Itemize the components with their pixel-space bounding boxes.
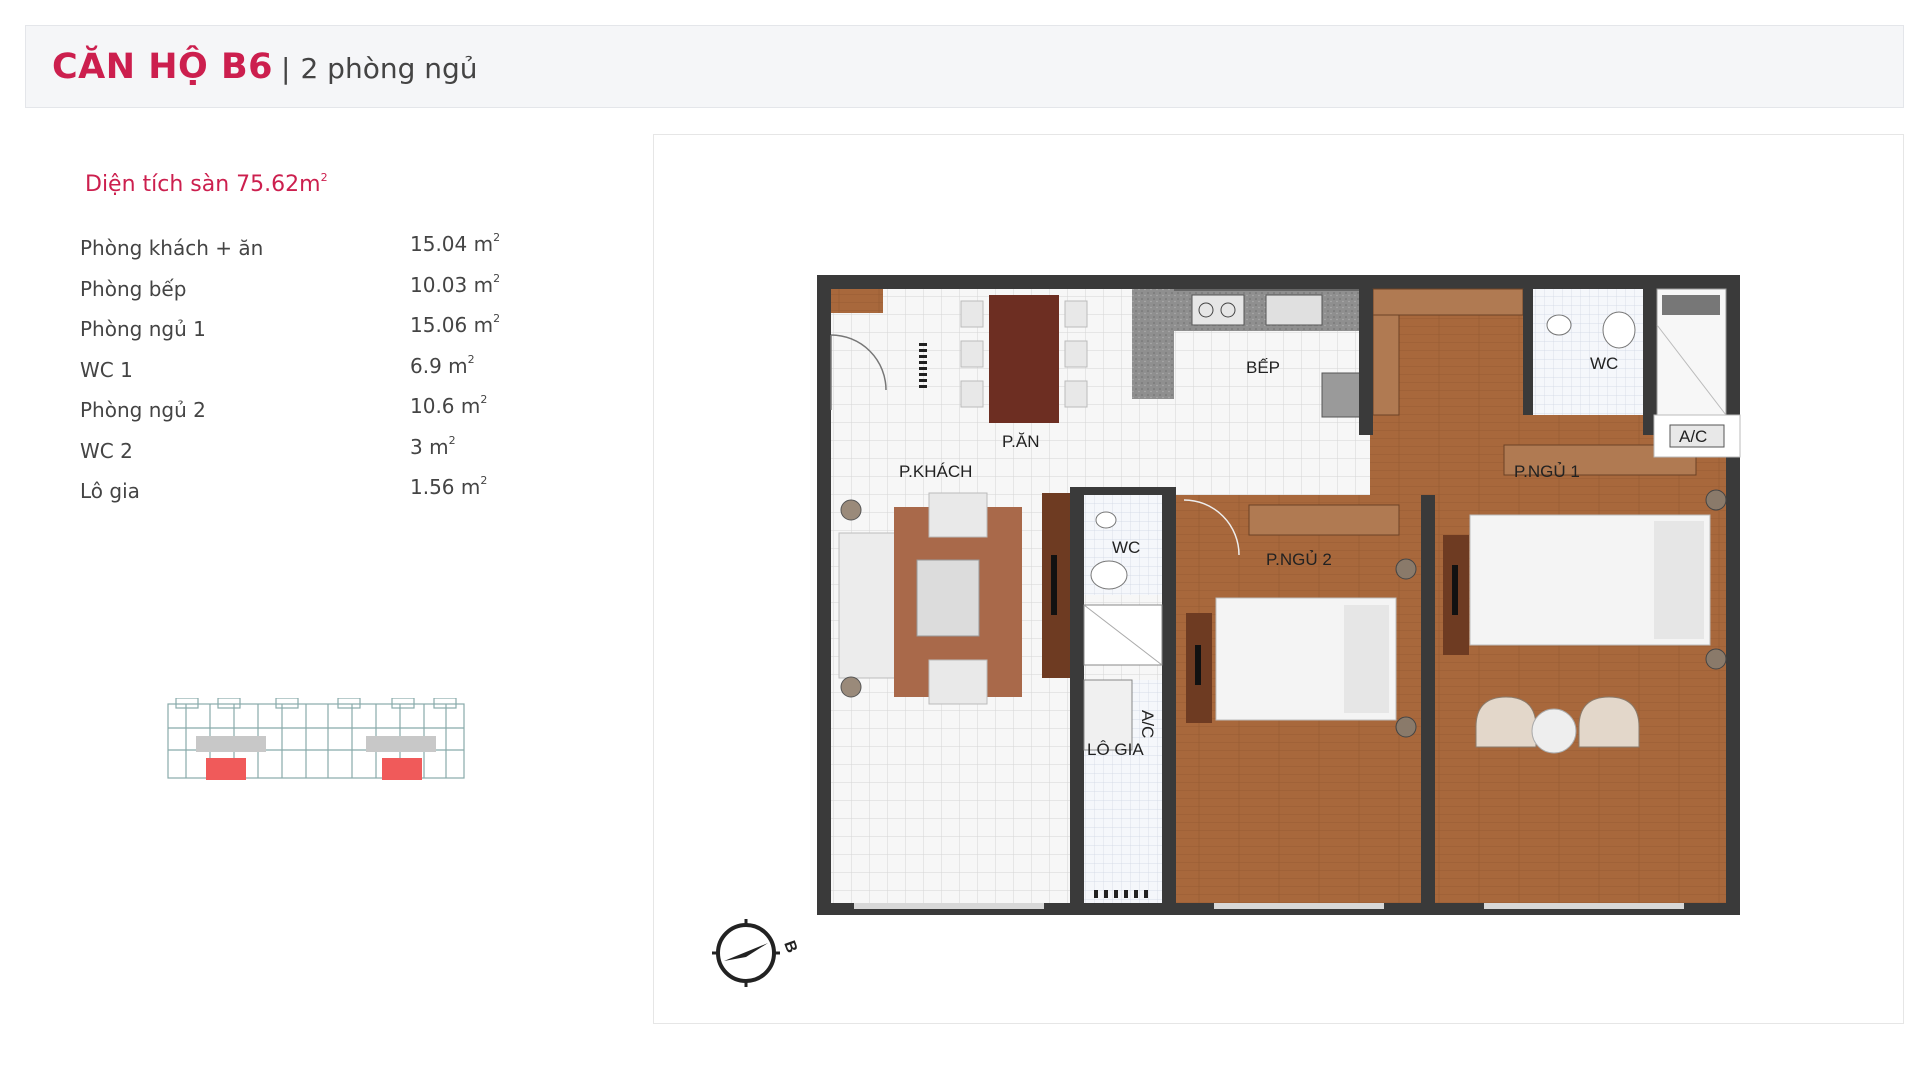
- room-area: 6.9 m2: [410, 352, 475, 378]
- compass-icon: B: [712, 919, 800, 987]
- header-bar: CĂN HỘ B6 | 2 phòng ngủ: [25, 25, 1904, 108]
- label-bedroom2: P.NGỦ 2: [1266, 550, 1332, 569]
- bedroom1-floor: [1435, 435, 1726, 903]
- spec-row: Lô gia 1.56 m2: [80, 471, 540, 512]
- wc-top-floor: [1533, 289, 1643, 415]
- compass-letter: B: [780, 939, 800, 956]
- sofa: [838, 532, 896, 679]
- spec-row: WC 1 6.9 m2: [80, 350, 540, 391]
- room-spec-list: Phòng khách + ăn 15.04 m2 Phòng bếp 10.0…: [80, 228, 540, 512]
- spec-row: Phòng khách + ăn 15.04 m2: [80, 228, 540, 269]
- room-area: 10.6 m2: [410, 393, 488, 418]
- room-name: WC 2: [80, 438, 133, 463]
- room-name: WC 1: [80, 357, 133, 382]
- label-loggia: LÔ GIA: [1087, 740, 1144, 759]
- label-dining: P.ĂN: [1002, 432, 1040, 451]
- room-name: Phòng bếp: [80, 276, 187, 301]
- label-ac-side: A/C: [1138, 710, 1157, 738]
- floor-area-label: Diện tích sàn 75.62m: [85, 172, 321, 197]
- room-area: 1.56 m2: [410, 474, 488, 499]
- label-wc-center: WC: [1112, 538, 1140, 557]
- room-area: 3 m2: [410, 433, 456, 459]
- room-name: Phòng ngủ 2: [80, 398, 206, 422]
- floor-plan-panel: BẾP P.ĂN P.KHÁCH WC WC P.NGỦ 1 P.NGỦ 2 L…: [653, 134, 1904, 1024]
- room-name: Phòng ngủ 1: [80, 317, 206, 341]
- label-living: P.KHÁCH: [899, 462, 972, 481]
- spec-row: Phòng bếp 10.03 m2: [80, 269, 540, 310]
- spec-row: Phòng ngủ 2 10.6 m2: [80, 390, 540, 431]
- dining-table: [989, 295, 1059, 423]
- room-area: 15.04 m2: [410, 231, 501, 256]
- label-ac-top: A/C: [1679, 427, 1707, 446]
- key-plan-highlight-b: [382, 758, 422, 780]
- room-area: 15.06 m2: [410, 312, 501, 337]
- room-name: Lô gia: [80, 479, 140, 503]
- title-separator: |: [281, 52, 291, 85]
- spec-row: Phòng ngủ 1 15.06 m2: [80, 309, 540, 350]
- spec-row: WC 2 3 m2: [80, 431, 540, 472]
- bedroom-count: 2 phòng ngủ: [300, 52, 478, 85]
- apartment-code: CĂN HỘ B6: [52, 46, 274, 87]
- kitchen-counter: [1132, 289, 1174, 399]
- label-wc-top: WC: [1590, 354, 1618, 373]
- floor-area-unit-sup: 2: [320, 170, 328, 184]
- floor-plan-drawing: BẾP P.ĂN P.KHÁCH WC WC P.NGỦ 1 P.NGỦ 2 L…: [817, 275, 1741, 915]
- key-plan-highlight-a: [206, 758, 246, 780]
- label-kitchen: BẾP: [1246, 358, 1280, 377]
- building-key-plan: [167, 698, 465, 780]
- room-name: Phòng khách + ăn: [80, 236, 264, 260]
- label-bedroom1: P.NGỦ 1: [1514, 462, 1580, 481]
- room-area: 10.03 m2: [410, 271, 501, 297]
- floor-area-title: Diện tích sàn 75.62m2: [85, 170, 328, 197]
